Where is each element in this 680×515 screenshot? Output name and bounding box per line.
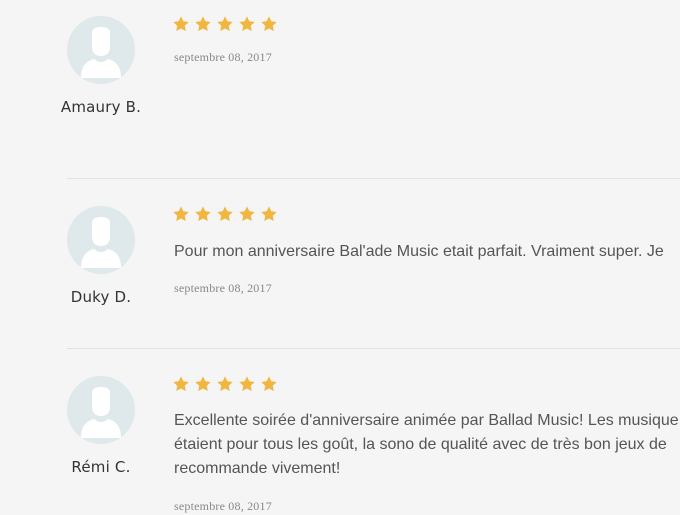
star-icon <box>216 375 234 393</box>
star-icon <box>172 15 190 33</box>
star-icon <box>194 15 212 33</box>
star-rating <box>172 205 282 225</box>
review-divider <box>67 178 680 179</box>
star-icon <box>172 205 190 223</box>
review-author: Duky D. <box>70 288 132 306</box>
review-author: Rémi C. <box>71 458 131 476</box>
review-date: septembre 08, 2017 <box>174 281 272 295</box>
review-text: Excellente soirée d'anniversaire animée … <box>174 409 680 481</box>
user-avatar-icon <box>67 376 135 444</box>
user-avatar-icon <box>67 16 135 84</box>
star-rating <box>172 375 282 395</box>
review-text-line: recommande vivement! <box>174 460 341 477</box>
review-date: septembre 08, 2017 <box>174 499 272 513</box>
star-icon <box>238 205 256 223</box>
star-icon <box>194 375 212 393</box>
star-icon <box>260 15 278 33</box>
review-text-line: Excellente soirée d'anniversaire animée … <box>174 412 679 429</box>
star-icon <box>194 205 212 223</box>
star-icon <box>172 375 190 393</box>
star-icon <box>216 15 234 33</box>
star-rating <box>172 15 282 35</box>
star-icon <box>216 205 234 223</box>
review-text-line: Pour mon anniversaire Bal'ade Music etai… <box>174 243 664 260</box>
review-text-line: étaient pour tous les goût, la sono de q… <box>174 436 667 453</box>
star-icon <box>238 15 256 33</box>
review-date: septembre 08, 2017 <box>174 50 272 64</box>
star-icon <box>260 375 278 393</box>
star-icon <box>238 375 256 393</box>
review-author: Amaury B. <box>60 98 142 116</box>
user-avatar-icon <box>67 206 135 274</box>
star-icon <box>260 205 278 223</box>
review-divider <box>67 348 680 349</box>
review-text: Pour mon anniversaire Bal'ade Music etai… <box>174 240 680 264</box>
